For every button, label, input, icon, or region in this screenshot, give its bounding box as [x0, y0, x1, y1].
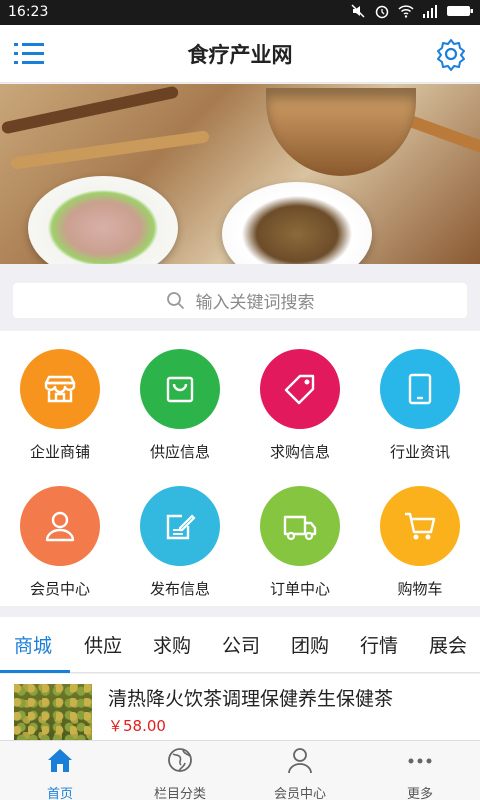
grid-item-label: 会员中心 — [29, 580, 90, 598]
nav-label: 首页 — [46, 787, 73, 800]
tab-exhibition[interactable]: 展会 — [429, 631, 467, 658]
alarm-icon — [375, 5, 389, 19]
grid-icon-circle — [380, 486, 460, 566]
mute-icon — [351, 4, 365, 18]
nav-more[interactable]: 更多 — [360, 745, 480, 800]
tab-company[interactable]: 公司 — [222, 631, 260, 658]
grid-item-order-center[interactable]: 订单中心 — [240, 486, 360, 599]
product-price: ￥58.00 — [108, 717, 166, 735]
banner-bowl-image — [266, 88, 416, 176]
status-bar: 16:23 — [0, 0, 480, 25]
grid-item-label: 求购信息 — [269, 443, 330, 461]
user-icon — [45, 511, 75, 542]
tag-icon — [284, 374, 315, 405]
app-bar: 食疗产业网 — [0, 25, 480, 83]
grid-item-label: 购物车 — [397, 580, 443, 598]
grid-item-label: 发布信息 — [149, 580, 210, 598]
nav-label: 栏目分类 — [153, 787, 206, 800]
signal-icon — [423, 5, 437, 18]
grid-item-member-center[interactable]: 会员中心 — [0, 486, 120, 599]
grid-item-label: 供应信息 — [149, 443, 210, 461]
tab-active-indicator — [0, 670, 70, 673]
category-grid: 企业商铺 供应信息 求购信息 行业资讯 会员中心 发布信息 订单中心 购物车 — [0, 331, 480, 606]
banner-decoration — [0, 85, 180, 135]
tab-mall[interactable]: 商城 — [14, 631, 52, 658]
grid-icon-circle — [140, 349, 220, 429]
grid-item-cart[interactable]: 购物车 — [360, 486, 480, 599]
tablet-icon — [408, 373, 432, 405]
grid-icon-circle — [260, 349, 340, 429]
grid-item-label: 企业商铺 — [29, 443, 90, 461]
gear-icon[interactable] — [434, 37, 468, 71]
search-placeholder: 输入关键词搜索 — [195, 293, 315, 313]
search-input[interactable]: 输入关键词搜索 — [13, 283, 467, 318]
status-time: 16:23 — [8, 4, 49, 20]
more-icon — [408, 758, 432, 764]
grid-item-label: 订单中心 — [269, 580, 330, 598]
grid-item-enterprise-store[interactable]: 企业商铺 — [0, 349, 120, 462]
tab-supply[interactable]: 供应 — [84, 631, 122, 658]
grid-icon-circle — [20, 486, 100, 566]
banner-plate-image — [28, 176, 178, 264]
tab-purchase[interactable]: 求购 — [153, 631, 191, 658]
tab-group-buy[interactable]: 团购 — [291, 631, 329, 658]
grid-item-industry-news[interactable]: 行业资讯 — [360, 349, 480, 462]
home-icon — [48, 749, 72, 772]
grid-icon-circle — [20, 349, 100, 429]
page-title: 食疗产业网 — [187, 43, 293, 67]
category-tabs: 商城 供应 求购 公司 团购 行情 展会 — [0, 617, 480, 673]
nav-categories[interactable]: 栏目分类 — [120, 745, 240, 800]
banner-plate-image — [222, 182, 372, 264]
grid-item-label: 行业资讯 — [389, 443, 450, 461]
list-item[interactable]: 清热降火饮茶调理保健养生保健茶 ￥58.00 — [0, 674, 480, 740]
grid-icon-circle — [380, 349, 460, 429]
store-icon — [44, 375, 76, 403]
banner-decoration — [10, 130, 210, 170]
nav-home[interactable]: 首页 — [0, 745, 120, 800]
grid-item-supply-info[interactable]: 供应信息 — [120, 349, 240, 462]
truck-icon — [283, 515, 317, 541]
search-section: 输入关键词搜索 — [0, 265, 480, 331]
battery-icon — [447, 6, 473, 16]
nav-label: 会员中心 — [273, 787, 326, 800]
banner-carousel[interactable] — [0, 84, 480, 264]
edit-icon — [166, 514, 196, 540]
nav-member-center[interactable]: 会员中心 — [240, 745, 360, 800]
search-icon — [166, 291, 184, 309]
grid-icon-circle — [260, 486, 340, 566]
cart-icon — [405, 512, 436, 540]
user-icon — [288, 748, 312, 774]
product-title: 清热降火饮茶调理保健养生保健茶 — [108, 688, 394, 710]
tab-market[interactable]: 行情 — [360, 631, 398, 658]
bottom-nav: 首页 栏目分类 会员中心 更多 — [0, 740, 480, 800]
status-icons — [350, 3, 474, 19]
nav-label: 更多 — [406, 787, 433, 800]
grid-item-purchase-info[interactable]: 求购信息 — [240, 349, 360, 462]
grid-icon-circle — [140, 486, 220, 566]
wifi-icon — [398, 5, 414, 18]
grid-item-publish-info[interactable]: 发布信息 — [120, 486, 240, 599]
product-thumbnail — [14, 684, 92, 740]
globe-icon — [168, 748, 192, 772]
bag-icon — [166, 376, 194, 403]
